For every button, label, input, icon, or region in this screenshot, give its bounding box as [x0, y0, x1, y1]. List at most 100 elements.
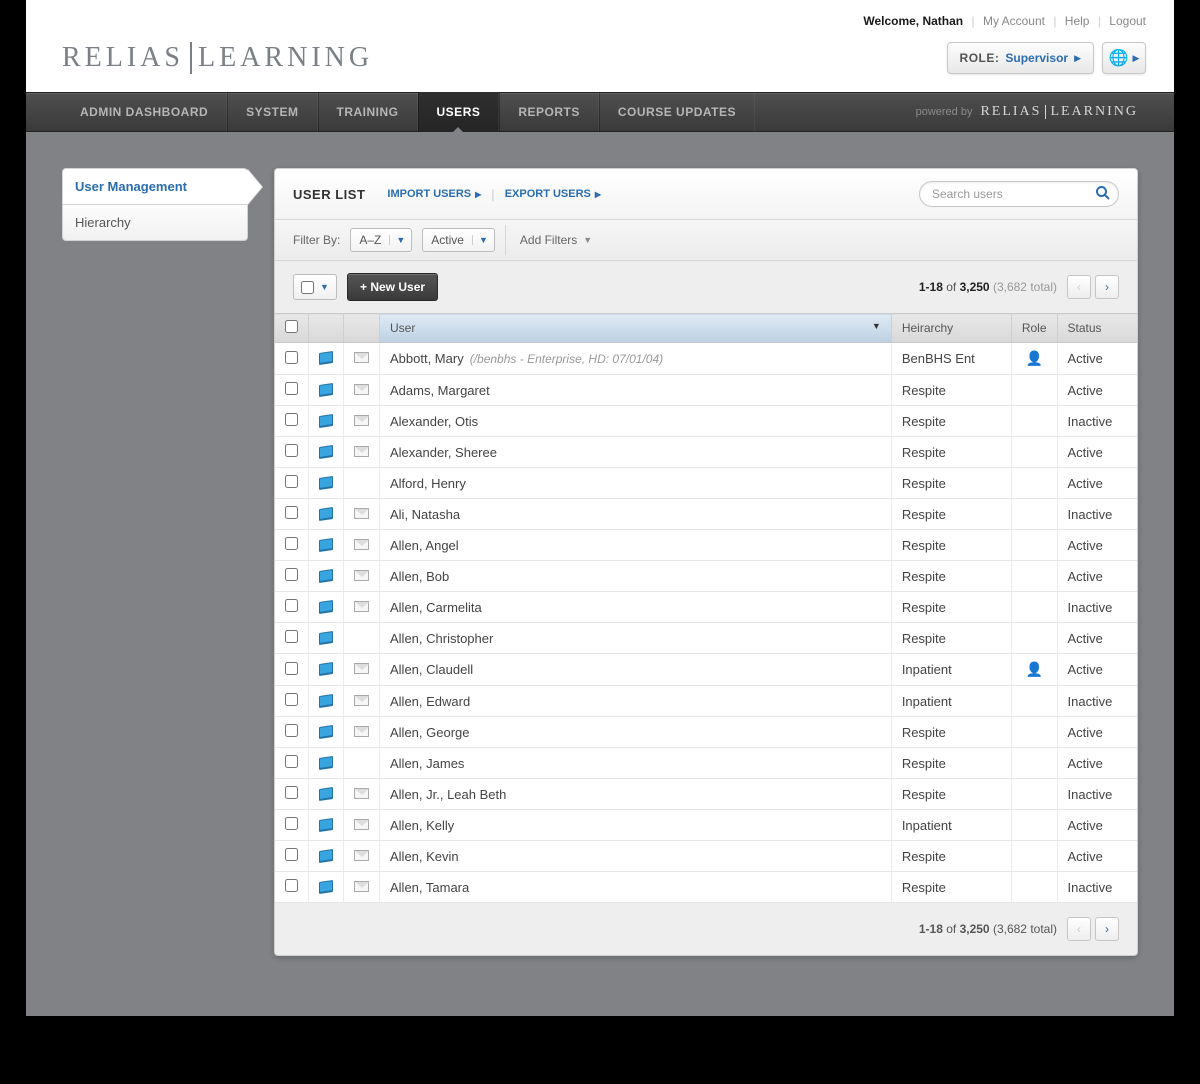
book-icon[interactable] [319, 445, 333, 458]
row-checkbox[interactable] [285, 506, 298, 519]
mail-icon[interactable] [354, 601, 369, 612]
row-checkbox[interactable] [285, 879, 298, 892]
import-users-link[interactable]: IMPORT USERS▶ [387, 188, 481, 200]
mail-icon[interactable] [354, 726, 369, 737]
new-user-button[interactable]: + New User [347, 273, 438, 301]
book-icon[interactable] [319, 569, 333, 582]
nav-item-training[interactable]: TRAINING [318, 92, 418, 132]
mail-icon[interactable] [354, 850, 369, 861]
export-users-link[interactable]: EXPORT USERS▶ [505, 188, 601, 200]
mail-icon[interactable] [354, 788, 369, 799]
mail-icon[interactable] [354, 508, 369, 519]
book-icon[interactable] [319, 880, 333, 893]
sort-select[interactable]: A–Z▼ [350, 228, 412, 252]
table-row[interactable]: Allen, GeorgeRespiteActive [275, 717, 1137, 748]
nav-item-users[interactable]: USERS [418, 92, 500, 132]
mail-icon[interactable] [354, 663, 369, 674]
table-row[interactable]: Alford, HenryRespiteActive [275, 468, 1137, 499]
table-row[interactable]: Allen, ClaudellInpatient👤Active [275, 654, 1137, 686]
mail-icon[interactable] [354, 352, 369, 363]
role-switcher[interactable]: ROLE: Supervisor ▶ [947, 42, 1094, 74]
mail-icon[interactable] [354, 539, 369, 550]
mail-icon[interactable] [354, 446, 369, 457]
book-icon[interactable] [319, 414, 333, 427]
row-checkbox[interactable] [285, 444, 298, 457]
table-row[interactable]: Allen, JamesRespiteActive [275, 748, 1137, 779]
status-filter-select[interactable]: Active▼ [422, 228, 495, 252]
row-checkbox[interactable] [285, 848, 298, 861]
book-icon[interactable] [319, 351, 333, 364]
row-checkbox[interactable] [285, 537, 298, 550]
row-checkbox[interactable] [285, 724, 298, 737]
table-row[interactable]: Abbott, Mary(/benbhs - Enterprise, HD: 0… [275, 343, 1137, 375]
mail-icon[interactable] [354, 695, 369, 706]
help-link[interactable]: Help [1065, 14, 1090, 28]
next-page-button[interactable]: › [1095, 275, 1119, 299]
header-checkbox[interactable] [285, 320, 298, 333]
row-checkbox[interactable] [285, 413, 298, 426]
row-checkbox[interactable] [285, 755, 298, 768]
table-row[interactable]: Allen, KevinRespiteActive [275, 841, 1137, 872]
prev-page-button[interactable]: ‹ [1067, 275, 1091, 299]
table-row[interactable]: Alexander, OtisRespiteInactive [275, 406, 1137, 437]
mail-icon[interactable] [354, 570, 369, 581]
table-row[interactable]: Allen, CarmelitaRespiteInactive [275, 592, 1137, 623]
row-checkbox[interactable] [285, 817, 298, 830]
book-icon[interactable] [319, 538, 333, 551]
table-row[interactable]: Allen, Jr., Leah BethRespiteInactive [275, 779, 1137, 810]
row-checkbox[interactable] [285, 351, 298, 364]
book-icon[interactable] [319, 631, 333, 644]
row-checkbox[interactable] [285, 662, 298, 675]
col-status[interactable]: Status [1057, 314, 1137, 343]
my-account-link[interactable]: My Account [983, 14, 1045, 28]
col-hierarchy[interactable]: Heirarchy [891, 314, 1011, 343]
row-checkbox[interactable] [285, 630, 298, 643]
nav-item-reports[interactable]: REPORTS [499, 92, 599, 132]
table-row[interactable]: Allen, BobRespiteActive [275, 561, 1137, 592]
table-row[interactable]: Allen, TamaraRespiteInactive [275, 872, 1137, 903]
next-page-button[interactable]: › [1095, 917, 1119, 941]
book-icon[interactable] [319, 756, 333, 769]
mail-icon[interactable] [354, 881, 369, 892]
mail-icon[interactable] [354, 819, 369, 830]
sidebar-item-hierarchy[interactable]: Hierarchy [62, 205, 248, 241]
search-input[interactable] [919, 181, 1119, 207]
table-row[interactable]: Ali, NatashaRespiteInactive [275, 499, 1137, 530]
book-icon[interactable] [319, 725, 333, 738]
book-icon[interactable] [319, 476, 333, 489]
search-icon[interactable] [1095, 185, 1111, 204]
mail-icon[interactable] [354, 384, 369, 395]
book-icon[interactable] [319, 849, 333, 862]
sidebar-item-user-management[interactable]: User Management [62, 168, 248, 205]
book-icon[interactable] [319, 383, 333, 396]
row-checkbox[interactable] [285, 382, 298, 395]
table-row[interactable]: Adams, MargaretRespiteActive [275, 375, 1137, 406]
mail-icon[interactable] [354, 415, 369, 426]
row-checkbox[interactable] [285, 693, 298, 706]
table-row[interactable]: Allen, KellyInpatientActive [275, 810, 1137, 841]
prev-page-button[interactable]: ‹ [1067, 917, 1091, 941]
book-icon[interactable] [319, 600, 333, 613]
table-row[interactable]: Allen, EdwardInpatientInactive [275, 686, 1137, 717]
row-checkbox[interactable] [285, 475, 298, 488]
nav-item-admin-dashboard[interactable]: ADMIN DASHBOARD [62, 92, 227, 132]
row-checkbox[interactable] [285, 568, 298, 581]
book-icon[interactable] [319, 662, 333, 675]
table-row[interactable]: Allen, ChristopherRespiteActive [275, 623, 1137, 654]
select-all-checkbox[interactable] [301, 281, 314, 294]
row-checkbox[interactable] [285, 599, 298, 612]
add-filters-button[interactable]: Add Filters ▼ [505, 225, 606, 255]
logout-link[interactable]: Logout [1109, 14, 1146, 28]
book-icon[interactable] [319, 818, 333, 831]
table-row[interactable]: Allen, AngelRespiteActive [275, 530, 1137, 561]
nav-item-system[interactable]: SYSTEM [227, 92, 317, 132]
book-icon[interactable] [319, 507, 333, 520]
row-checkbox[interactable] [285, 786, 298, 799]
language-switcher[interactable]: 🌐 ▶ [1102, 42, 1146, 74]
book-icon[interactable] [319, 694, 333, 707]
nav-item-course-updates[interactable]: COURSE UPDATES [599, 92, 755, 132]
table-row[interactable]: Alexander, ShereeRespiteActive [275, 437, 1137, 468]
bulk-select-dropdown[interactable]: ▼ [293, 274, 337, 300]
col-role[interactable]: Role [1011, 314, 1057, 343]
col-user[interactable]: User▼ [380, 314, 892, 343]
